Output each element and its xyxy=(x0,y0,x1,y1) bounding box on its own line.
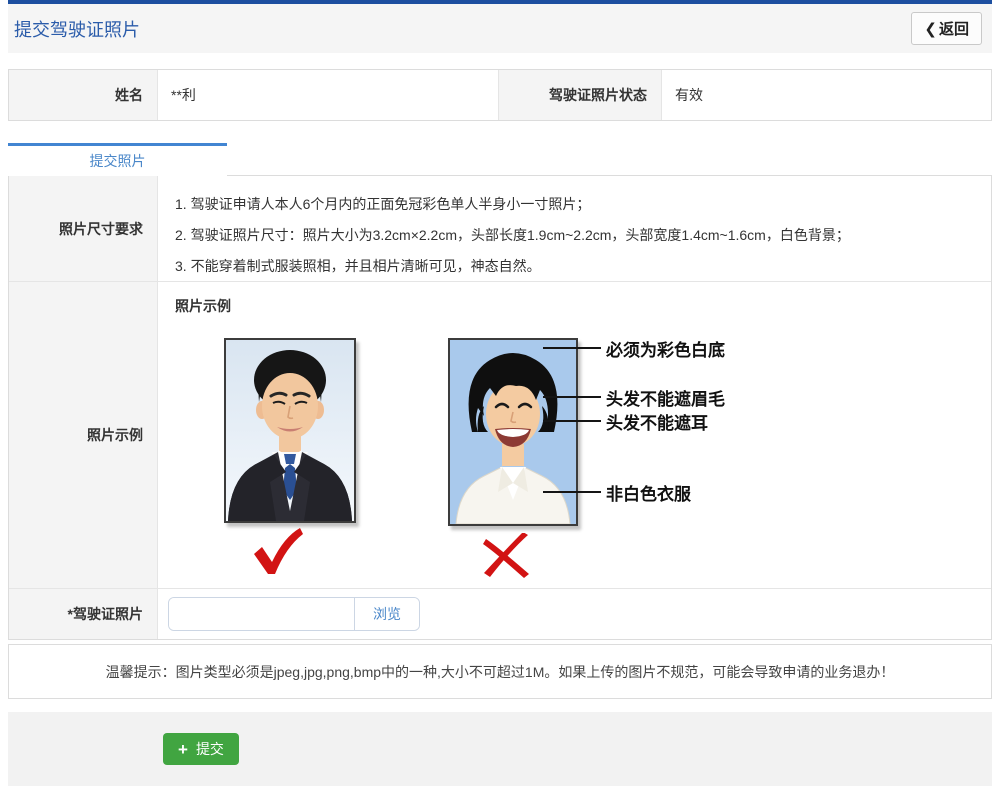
upload-label: *驾驶证照片 xyxy=(9,589,158,639)
browse-button[interactable]: 浏览 xyxy=(354,598,419,630)
requirements-label: 照片尺寸要求 xyxy=(9,176,158,281)
good-photo-illustration xyxy=(226,340,354,521)
submit-button[interactable]: + 提交 xyxy=(163,733,239,765)
page: 提交驾驶证照片 ❮ 返回 姓名 **利 驾驶证照片状态 有效 提交照片 照片尺寸… xyxy=(8,0,992,786)
plus-icon: + xyxy=(178,741,188,758)
requirement-item: 3. 不能穿着制式服装照相，并且相片清晰可见，神态自然。 xyxy=(175,251,971,282)
tab-bar: 提交照片 xyxy=(8,143,992,176)
notice-text: 温馨提示：图片类型必须是jpeg,jpg,png,bmp中的一种,大小不可超过1… xyxy=(106,662,895,682)
annotation-leader-line xyxy=(543,347,601,349)
file-path-input[interactable] xyxy=(169,598,354,630)
upload-row: *驾驶证照片 浏览 xyxy=(9,588,991,639)
annotation-white-background: 必须为彩色白底 xyxy=(543,337,725,359)
tab-submit-photo[interactable]: 提交照片 xyxy=(8,143,227,176)
footer-panel: + 提交 xyxy=(8,712,992,786)
example-label: 照片示例 xyxy=(9,282,158,588)
x-mark-icon xyxy=(482,533,534,579)
name-label: 姓名 xyxy=(9,70,158,120)
annotation-hair-eyebrows: 头发不能遮眉毛 xyxy=(543,386,725,408)
file-upload-group: 浏览 xyxy=(168,597,420,631)
example-title: 照片示例 xyxy=(175,296,231,316)
requirement-item: 2. 驾驶证照片尺寸：照片大小为3.2cm×2.2cm，头部长度1.9cm~2.… xyxy=(175,220,971,251)
check-mark-icon xyxy=(248,525,306,577)
annotation-hair-ears: 头发不能遮耳 xyxy=(543,410,708,432)
submit-button-label: 提交 xyxy=(196,739,224,759)
annotation-non-white-clothes: 非白色衣服 xyxy=(543,481,691,503)
page-title: 提交驾驶证照片 xyxy=(14,16,140,42)
back-button[interactable]: ❮ 返回 xyxy=(911,12,982,45)
annotation-leader-line xyxy=(543,396,601,398)
example-row: 照片示例 照片示例 xyxy=(9,281,991,588)
info-row: 姓名 **利 驾驶证照片状态 有效 xyxy=(8,69,992,121)
requirement-item: 1. 驾驶证申请人本人6个月内的正面免冠彩色单人半身小一寸照片； xyxy=(175,189,971,220)
annotation-text: 头发不能遮眉毛 xyxy=(606,385,725,410)
license-photo-status-label: 驾驶证照片状态 xyxy=(499,70,661,120)
annotation-text: 头发不能遮耳 xyxy=(606,409,708,434)
annotation-text: 非白色衣服 xyxy=(606,480,691,505)
photo-form-table: 照片尺寸要求 1. 驾驶证申请人本人6个月内的正面免冠彩色单人半身小一寸照片； … xyxy=(8,176,992,640)
chevron-left-icon: ❮ xyxy=(924,20,937,38)
notice-box: 温馨提示：图片类型必须是jpeg,jpg,png,bmp中的一种,大小不可超过1… xyxy=(8,644,992,699)
name-value: **利 xyxy=(158,70,499,120)
annotation-leader-line xyxy=(543,491,601,493)
annotation-leader-line xyxy=(543,420,601,422)
page-header: 提交驾驶证照片 ❮ 返回 xyxy=(8,0,992,53)
requirements-row: 照片尺寸要求 1. 驾驶证申请人本人6个月内的正面免冠彩色单人半身小一寸照片； … xyxy=(9,176,991,281)
example-content: 照片示例 xyxy=(158,282,991,588)
requirements-content: 1. 驾驶证申请人本人6个月内的正面免冠彩色单人半身小一寸照片； 2. 驾驶证照… xyxy=(158,176,991,281)
license-photo-status-value: 有效 xyxy=(661,70,991,120)
annotation-text: 必须为彩色白底 xyxy=(606,336,725,361)
back-button-label: 返回 xyxy=(939,18,969,39)
good-photo-sample xyxy=(224,338,356,523)
upload-content: 浏览 xyxy=(158,589,991,639)
